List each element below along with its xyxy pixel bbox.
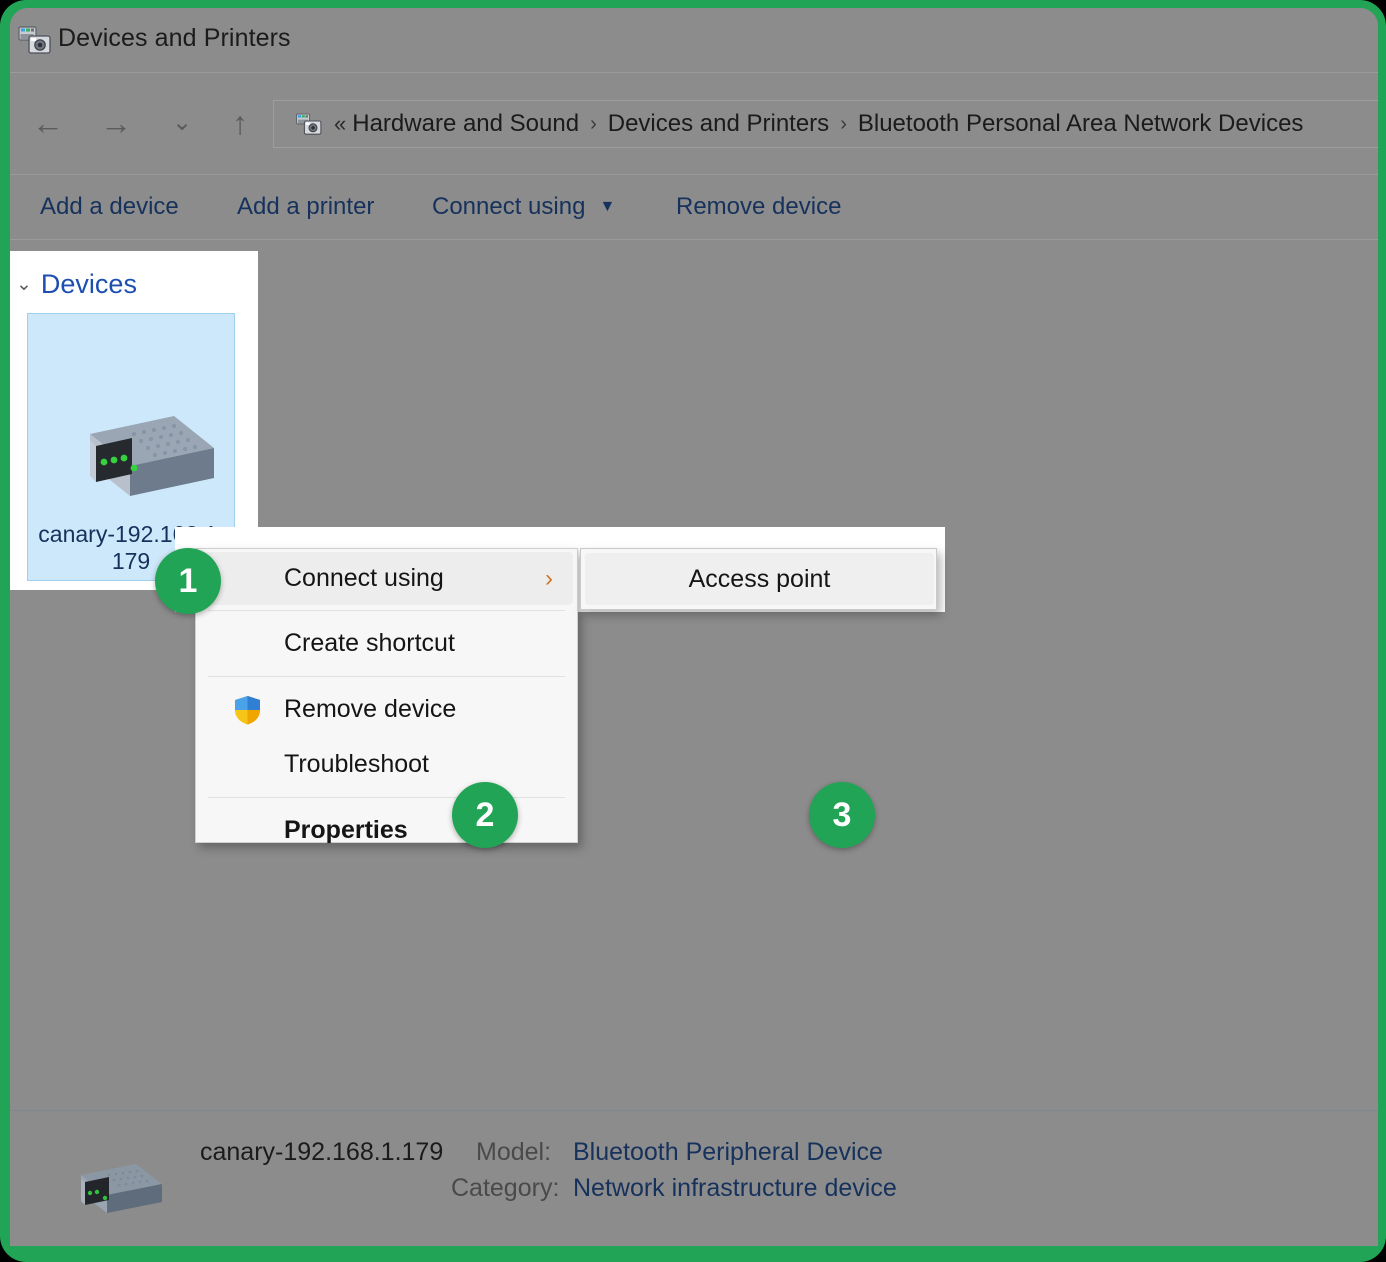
chevron-down-icon[interactable]: ⌄ bbox=[16, 275, 32, 294]
highlight-frame: Devices and Printers ← → ⌄ ↑ « Hardware … bbox=[0, 0, 1386, 1262]
address-bar: ← → ⌄ ↑ « Hardware and Sound › Devices a… bbox=[10, 72, 1378, 174]
step-badge-2: 2 bbox=[452, 782, 518, 848]
menu-item-connect-using[interactable]: Connect using › bbox=[200, 552, 573, 605]
context-menu: Connect using › Create shortcut Remove d… bbox=[195, 548, 578, 844]
submenu-item-access-point[interactable]: Access point bbox=[585, 553, 934, 605]
devices-and-printers-window: Devices and Printers ← → ⌄ ↑ « Hardware … bbox=[10, 8, 1378, 1246]
add-a-device-label: Add a device bbox=[40, 193, 179, 220]
menu-item-create-shortcut-label: Create shortcut bbox=[284, 629, 455, 657]
devices-and-printers-icon bbox=[18, 24, 52, 56]
connect-using-label: Connect using bbox=[432, 193, 586, 220]
menu-separator bbox=[208, 610, 565, 611]
network-device-icon bbox=[28, 406, 234, 506]
step-badge-3: 3 bbox=[809, 782, 875, 848]
up-icon[interactable]: ↑ bbox=[216, 99, 264, 147]
back-icon[interactable]: ← bbox=[24, 99, 72, 147]
status-category-value: Network infrastructure device bbox=[573, 1174, 897, 1202]
submenu-item-access-point-label: Access point bbox=[688, 564, 831, 593]
connect-using-submenu: Access point bbox=[580, 548, 937, 610]
content-area: ⌄ Devices canary-192.168.1. 179 Connect … bbox=[10, 240, 1378, 1110]
title-bar: Devices and Printers bbox=[10, 8, 1378, 72]
status-device-name: canary-192.168.1.179 bbox=[200, 1138, 444, 1166]
devices-group-header[interactable]: ⌄ Devices bbox=[16, 269, 137, 300]
chevron-down-icon: ▼ bbox=[599, 198, 616, 215]
breadcrumb-separator-icon: › bbox=[840, 112, 847, 135]
status-model-value: Bluetooth Peripheral Device bbox=[573, 1138, 883, 1166]
breadcrumb-segment-devices-and-printers[interactable]: Devices and Printers bbox=[608, 110, 829, 138]
connect-using-dropdown-button[interactable]: Connect using ▼ bbox=[432, 175, 615, 239]
breadcrumb-segment-bluetooth-pan-devices[interactable]: Bluetooth Personal Area Network Devices bbox=[858, 110, 1304, 138]
add-a-printer-button[interactable]: Add a printer bbox=[237, 175, 374, 239]
details-status-bar: canary-192.168.1.179 Model: Bluetooth Pe… bbox=[10, 1110, 1378, 1246]
chevron-down-icon[interactable]: ⌄ bbox=[158, 99, 206, 147]
breadcrumb[interactable]: « Hardware and Sound › Devices and Print… bbox=[273, 100, 1378, 148]
menu-item-create-shortcut[interactable]: Create shortcut bbox=[196, 616, 577, 671]
add-a-printer-label: Add a printer bbox=[237, 193, 375, 220]
uac-shield-icon bbox=[234, 695, 261, 725]
breadcrumb-devices-icon bbox=[296, 112, 322, 136]
menu-item-troubleshoot-label: Troubleshoot bbox=[284, 750, 429, 778]
remove-device-label: Remove device bbox=[676, 193, 842, 220]
forward-icon[interactable]: → bbox=[92, 99, 140, 147]
breadcrumb-separator-icon: › bbox=[590, 112, 597, 135]
status-category-label: Category: bbox=[451, 1174, 560, 1202]
status-network-device-icon bbox=[52, 1157, 164, 1219]
devices-group-label: Devices bbox=[40, 269, 137, 299]
command-toolbar: Add a device Add a printer Connect using… bbox=[10, 174, 1378, 240]
step-badge-1: 1 bbox=[155, 548, 221, 614]
menu-item-remove-device[interactable]: Remove device bbox=[196, 682, 577, 737]
chevron-right-icon: › bbox=[545, 564, 553, 592]
menu-item-connect-using-label: Connect using bbox=[284, 564, 444, 592]
menu-item-properties-label: Properties bbox=[284, 816, 408, 844]
menu-item-troubleshoot[interactable]: Troubleshoot bbox=[196, 737, 577, 792]
menu-item-remove-device-label: Remove device bbox=[284, 695, 457, 723]
menu-separator bbox=[208, 676, 565, 677]
remove-device-button[interactable]: Remove device bbox=[676, 175, 841, 239]
add-a-device-button[interactable]: Add a device bbox=[40, 175, 179, 239]
menu-item-properties[interactable]: Properties bbox=[196, 803, 577, 858]
status-model-label: Model: bbox=[476, 1138, 552, 1166]
breadcrumb-overflow-icon[interactable]: « bbox=[334, 111, 346, 137]
breadcrumb-segment-hardware-and-sound[interactable]: Hardware and Sound bbox=[352, 110, 579, 138]
window-title: Devices and Printers bbox=[58, 24, 291, 52]
